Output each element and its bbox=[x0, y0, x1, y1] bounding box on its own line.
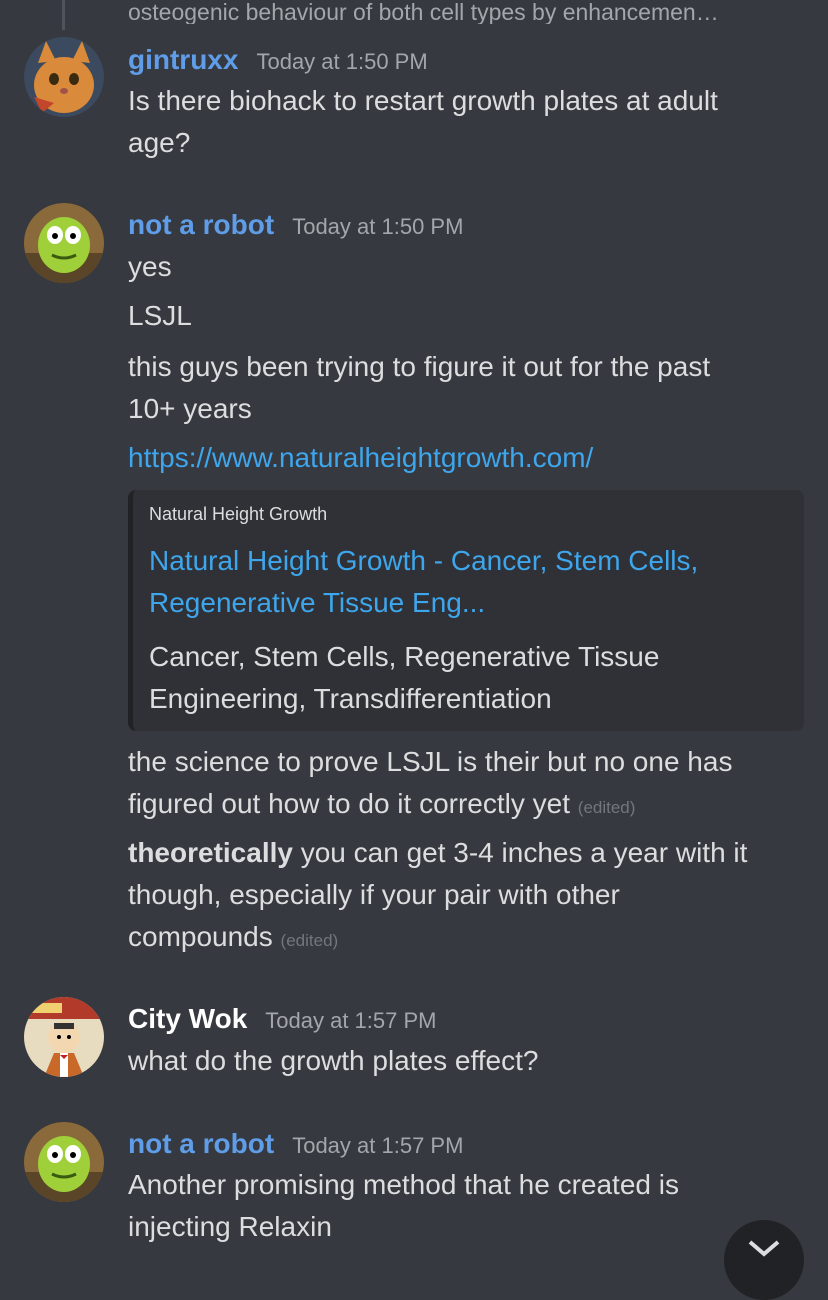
message-text: injecting Relaxin bbox=[128, 1211, 332, 1242]
embed-title-line[interactable]: Regenerative Tissue Eng... bbox=[149, 582, 769, 624]
message-text: this guys been trying to figure it out f… bbox=[128, 351, 711, 382]
edited-label: (edited) bbox=[280, 931, 339, 950]
green-monster-avatar-icon bbox=[24, 1122, 104, 1202]
message-text-segment: you can get 3-4 inches a year with it bbox=[292, 837, 748, 868]
message-text: Another promising method that he created… bbox=[128, 1169, 679, 1200]
message-text: the science to prove LSJL is their but n… bbox=[128, 746, 733, 777]
message-text: compounds (edited) bbox=[128, 916, 788, 962]
message-header: not a robot Today at 1:57 PM bbox=[128, 1128, 463, 1160]
message-header: gintruxx Today at 1:50 PM bbox=[128, 44, 428, 76]
link-embed: Natural Height Growth Natural Height Gro… bbox=[128, 490, 804, 731]
message-header: not a robot Today at 1:50 PM bbox=[128, 209, 463, 241]
avatar[interactable] bbox=[24, 37, 104, 117]
message-text: Is there biohack to restart growth plate… bbox=[128, 85, 718, 116]
message-text-segment: figured out how to do it correctly yet bbox=[128, 788, 570, 819]
message-text: theoretically you can get 3-4 inches a y… bbox=[128, 832, 788, 874]
embed-title-line[interactable]: Natural Height Growth - Cancer, Stem Cel… bbox=[149, 540, 769, 582]
timestamp: Today at 1:50 PM bbox=[292, 214, 464, 239]
edited-label: (edited) bbox=[577, 798, 636, 817]
username[interactable]: not a robot bbox=[128, 1128, 274, 1160]
message-text: what do the growth plates effect? bbox=[128, 1045, 539, 1076]
reply-connector bbox=[62, 0, 69, 30]
message-link[interactable]: https://www.naturalheightgrowth.com/ bbox=[128, 437, 788, 479]
avatar[interactable] bbox=[24, 1122, 104, 1202]
message-header: City Wok Today at 1:57 PM bbox=[128, 1003, 437, 1035]
bold-text: theoretically bbox=[128, 837, 293, 868]
green-monster-avatar-icon bbox=[24, 203, 104, 283]
embed-description: Cancer, Stem Cells, Regenerative Tissue … bbox=[149, 636, 769, 720]
jump-to-present-button[interactable] bbox=[724, 1220, 804, 1300]
chevron-down-icon bbox=[748, 1240, 780, 1257]
username[interactable]: gintruxx bbox=[128, 44, 238, 76]
message-text: age? bbox=[128, 127, 191, 158]
timestamp: Today at 1:57 PM bbox=[265, 1008, 437, 1033]
message-text: though, especially if your pair with oth… bbox=[128, 879, 620, 910]
avatar[interactable] bbox=[24, 203, 104, 283]
embed-description-line: Cancer, Stem Cells, Regenerative Tissue bbox=[149, 641, 660, 672]
avatar[interactable] bbox=[24, 997, 104, 1077]
embed-description-line: Engineering, Transdifferentiation bbox=[149, 683, 552, 714]
message-text: yes bbox=[128, 251, 172, 282]
username[interactable]: not a robot bbox=[128, 209, 274, 241]
city-wok-avatar-icon bbox=[24, 997, 104, 1077]
message-text: 10+ years bbox=[128, 393, 252, 424]
orange-cat-avatar-icon bbox=[24, 37, 104, 117]
message-text: figured out how to do it correctly yet (… bbox=[128, 783, 788, 829]
embed-title[interactable]: Natural Height Growth - Cancer, Stem Cel… bbox=[149, 540, 769, 624]
message-text: LSJL bbox=[128, 300, 192, 331]
timestamp: Today at 1:57 PM bbox=[292, 1133, 464, 1158]
embed-provider[interactable]: Natural Height Growth bbox=[149, 504, 327, 525]
username[interactable]: City Wok bbox=[128, 1003, 247, 1035]
message-text-segment: compounds bbox=[128, 921, 273, 952]
timestamp: Today at 1:50 PM bbox=[256, 49, 428, 74]
reply-preview-text[interactable]: osteogenic behaviour of both cell types … bbox=[128, 0, 808, 24]
